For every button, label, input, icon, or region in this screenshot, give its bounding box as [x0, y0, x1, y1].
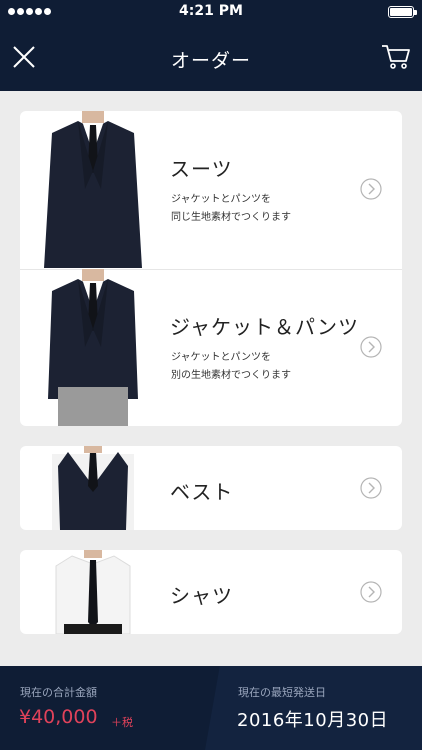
- shirt-image: [55, 550, 131, 634]
- description-line: 同じ生地素材でつくります: [171, 212, 291, 223]
- list-item-jacket-pants[interactable]: ジャケット＆パンツ ジャケットとパンツを 別の生地素材でつくります: [20, 269, 402, 426]
- description-line: ジャケットとパンツを: [171, 194, 271, 205]
- item-description: ジャケットとパンツを 別の生地素材でつくります: [171, 349, 361, 385]
- list-item-vest[interactable]: ベスト: [20, 446, 402, 530]
- ship-date: 2016年10月30日: [237, 710, 389, 731]
- page-title: オーダー: [170, 50, 251, 72]
- total-price: ¥40,000: [19, 706, 98, 728]
- status-bar: 4:21 PM: [0, 0, 422, 24]
- item-title: シャツ: [170, 584, 233, 608]
- description-line: ジャケットとパンツを: [171, 352, 271, 363]
- tax-note: ＋税: [111, 716, 133, 729]
- list-item-suit[interactable]: スーツ ジャケットとパンツを 同じ生地素材でつくります: [20, 111, 402, 268]
- chevron-right-icon: [360, 336, 382, 358]
- chevron-right-icon: [360, 581, 382, 603]
- jacket-pants-image: [48, 269, 138, 426]
- chevron-right-icon: [360, 477, 382, 499]
- description-line: 別の生地素材でつくります: [171, 370, 291, 381]
- nav-bar: オーダー: [0, 24, 422, 91]
- order-card-main: スーツ ジャケットとパンツを 同じ生地素材でつくります ジャケット＆パンツ ジャ…: [20, 111, 402, 426]
- total-label: 現在の合計金額: [20, 686, 97, 699]
- status-time: 4:21 PM: [179, 3, 243, 19]
- ship-date-label: 現在の最短発送日: [238, 686, 326, 699]
- battery-icon: [388, 6, 414, 18]
- cart-icon[interactable]: [380, 40, 412, 72]
- item-title: ジャケット＆パンツ: [170, 315, 359, 339]
- battery-tip: [414, 10, 417, 15]
- vest-image: [52, 446, 134, 530]
- chevron-right-icon: [360, 178, 382, 200]
- item-description: ジャケットとパンツを 同じ生地素材でつくります: [171, 191, 361, 227]
- order-summary-footer: 現在の合計金額 ¥40,000 ＋税 現在の最短発送日 2016年10月30日: [0, 666, 422, 750]
- item-title: ベスト: [170, 480, 234, 504]
- item-title: スーツ: [170, 157, 233, 181]
- list-item-shirt[interactable]: シャツ: [20, 550, 402, 634]
- suit-image: [44, 111, 142, 268]
